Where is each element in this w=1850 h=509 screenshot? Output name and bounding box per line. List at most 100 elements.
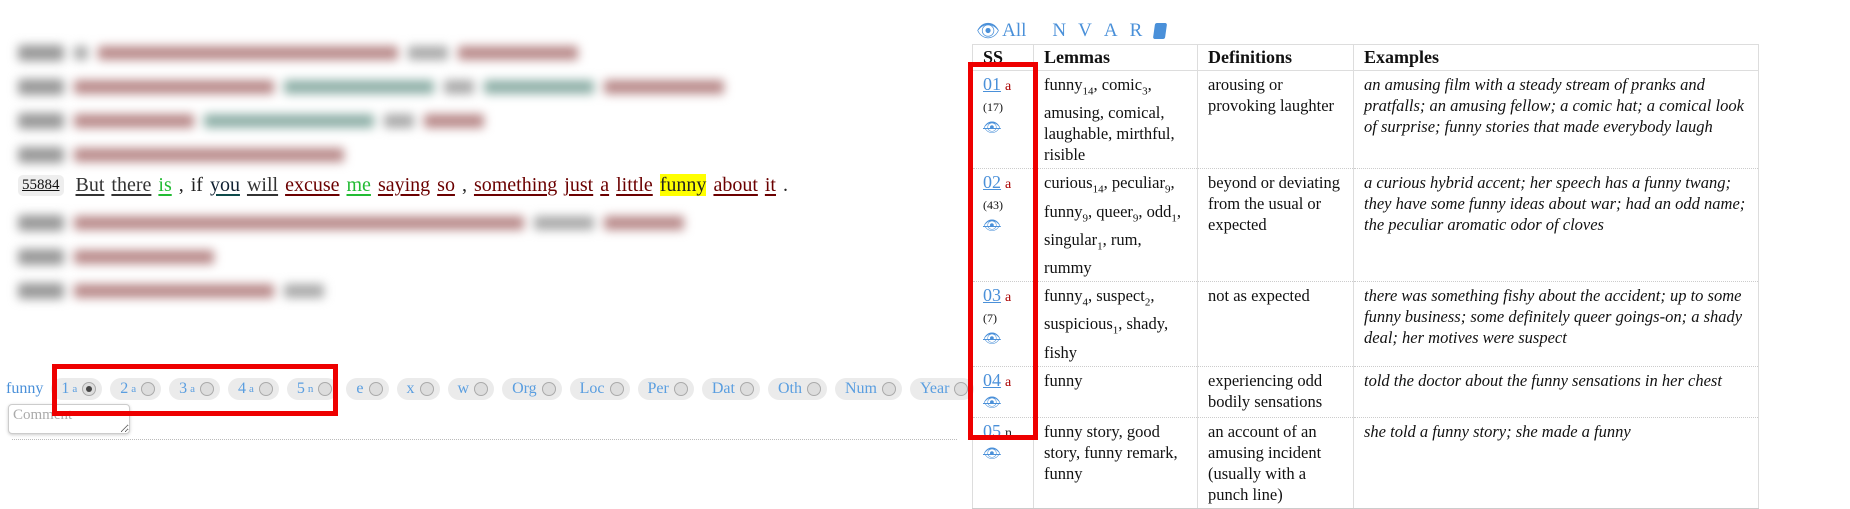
lemma: comical [1108, 103, 1161, 123]
sentence-word[interactable]: it [765, 174, 776, 196]
tag-label: 5 [296, 380, 305, 397]
sentence-word[interactable]: something [474, 174, 557, 196]
examples-cell: told the doctor about the funny sensatio… [1353, 365, 1759, 418]
context-sentence-blurred [18, 244, 214, 270]
eye-slash-icon[interactable]: 👁︎ [983, 393, 1023, 414]
sense-row: 02 a (43) 👁︎ curious14, peculiar9, funny9, q… [972, 168, 1759, 282]
comment-input[interactable] [8, 404, 130, 434]
sense-tag-option[interactable]: Num [834, 378, 902, 400]
sentence-word[interactable]: there [111, 174, 151, 196]
sentence-word: if [190, 174, 203, 196]
sentence-word[interactable]: a [600, 174, 609, 196]
radio-button[interactable] [806, 382, 821, 396]
sentence-words: But there is, if you will excuse me saying so, som… [76, 174, 796, 197]
header-definitions: Definitions [1197, 44, 1354, 71]
definition-cell: an account of an amusing incident (usual… [1197, 416, 1354, 509]
tag-label: Year [919, 380, 950, 397]
lemma-frequency: 14 [1092, 183, 1104, 196]
current-sentence: 55884 But there is, if you will excuse me saying… [18, 174, 795, 197]
target-word[interactable]: funny [659, 174, 707, 196]
radio-button[interactable] [318, 382, 333, 396]
lemma-frequency: 4 [1082, 296, 1089, 309]
lemma-frequency: 3 [1142, 85, 1148, 98]
filter-n[interactable]: N [1052, 20, 1066, 42]
sentence-word[interactable]: just [564, 174, 593, 196]
radio-button[interactable] [258, 382, 273, 396]
filter-r[interactable]: R [1130, 20, 1143, 42]
sense-tag-option[interactable]: 5n [286, 378, 339, 400]
context-sentence-blurred [18, 40, 578, 66]
radio-button[interactable] [541, 382, 556, 396]
sentence-word[interactable]: is [158, 174, 171, 196]
radio-button[interactable] [368, 382, 383, 396]
book-icon[interactable] [1153, 23, 1168, 39]
show-all-button[interactable]: 👁︎ All [976, 19, 1026, 43]
sentence-word[interactable]: excuse [285, 174, 339, 196]
sense-tag-option[interactable]: Loc [569, 378, 630, 400]
radio-button[interactable] [881, 382, 896, 396]
filter-a[interactable]: A [1104, 20, 1118, 42]
tag-pos: n [307, 383, 314, 395]
sense-number-link[interactable]: 04 [983, 370, 1001, 390]
sentence-word[interactable]: you [210, 174, 240, 196]
radio-button[interactable] [673, 382, 688, 396]
radio-button[interactable] [141, 382, 156, 396]
tag-pos: a [190, 383, 195, 395]
lemma-frequency: 1 [1171, 211, 1177, 224]
sentence-word[interactable]: about [713, 174, 757, 196]
sense-tag-option[interactable]: 1a [51, 378, 103, 400]
sentence-word[interactable]: saying [378, 174, 430, 196]
eye-slash-icon[interactable]: 👁︎ [983, 216, 1023, 237]
eye-slash-icon[interactable]: 👁︎ [983, 444, 1023, 465]
sense-tag-option[interactable]: Per [637, 378, 694, 400]
sense-number-link[interactable]: 01 [983, 74, 1001, 94]
radio-button[interactable] [739, 382, 754, 396]
sense-tag-option[interactable]: w [447, 378, 495, 400]
radio-button[interactable] [954, 382, 969, 396]
sentence-id[interactable]: 55884 [18, 175, 64, 196]
sense-tag-option[interactable]: x [396, 378, 440, 400]
sense-row: 04 a 👁︎ funny experiencing odd bodily sensat… [972, 365, 1759, 418]
tag-label: Num [844, 380, 877, 397]
tag-label: x [406, 380, 415, 397]
eye-slash-icon[interactable]: 👁︎ [983, 329, 1023, 350]
sentence-word[interactable]: little [616, 174, 653, 196]
tag-label: 2 [120, 380, 129, 397]
context-sentence-blurred [18, 142, 344, 168]
lemma: suspicious [1044, 314, 1113, 334]
sense-row: 05 n 👁︎ funny story, good story, funny rema… [972, 416, 1759, 509]
tag-label: 3 [179, 380, 188, 397]
lemma-frequency: 1 [1097, 240, 1103, 253]
sense-id-cell: 01 a (17) 👁︎ [972, 69, 1034, 169]
sentence-word[interactable]: will [247, 174, 278, 196]
radio-button[interactable] [609, 382, 624, 396]
sentence-word[interactable]: me [347, 174, 371, 196]
sense-tag-option[interactable]: e [346, 378, 389, 400]
sentence-word[interactable]: But [76, 174, 105, 196]
radio-button[interactable] [474, 382, 489, 396]
lemma: curious [1044, 173, 1093, 193]
sense-number-link[interactable]: 02 [983, 172, 1001, 192]
tag-label: e [356, 380, 364, 397]
sense-number-link[interactable]: 05 [983, 421, 1001, 441]
radio-button[interactable] [200, 382, 214, 396]
filter-v[interactable]: V [1078, 20, 1092, 42]
sense-tag-option[interactable]: Dat [701, 378, 760, 400]
sense-number-link[interactable]: 03 [983, 285, 1001, 305]
radio-button[interactable] [419, 382, 434, 396]
sense-filter-toolbar: 👁︎ All N V A R [976, 19, 1168, 43]
sense-tag-option[interactable]: Org [502, 378, 562, 400]
eye-icon: 👁︎ [976, 21, 1001, 42]
sentence-word[interactable]: so [437, 174, 455, 196]
table-header: SS Lemmas Definitions Examples [972, 44, 1759, 71]
sense-tag-option[interactable]: 3a [169, 378, 220, 400]
eye-slash-icon[interactable]: 👁︎ [983, 118, 1023, 139]
sense-tag-option[interactable]: Oth [767, 378, 827, 400]
sense-count: (43) [983, 198, 1003, 213]
radio-button[interactable] [82, 382, 97, 396]
tag-label: Oth [777, 380, 802, 397]
sense-tag-option[interactable]: 4a [228, 378, 279, 400]
sense-tag-option[interactable]: Year [909, 378, 975, 400]
sense-tag-option[interactable]: 2a [110, 378, 162, 400]
sentence-word: , [178, 174, 184, 196]
